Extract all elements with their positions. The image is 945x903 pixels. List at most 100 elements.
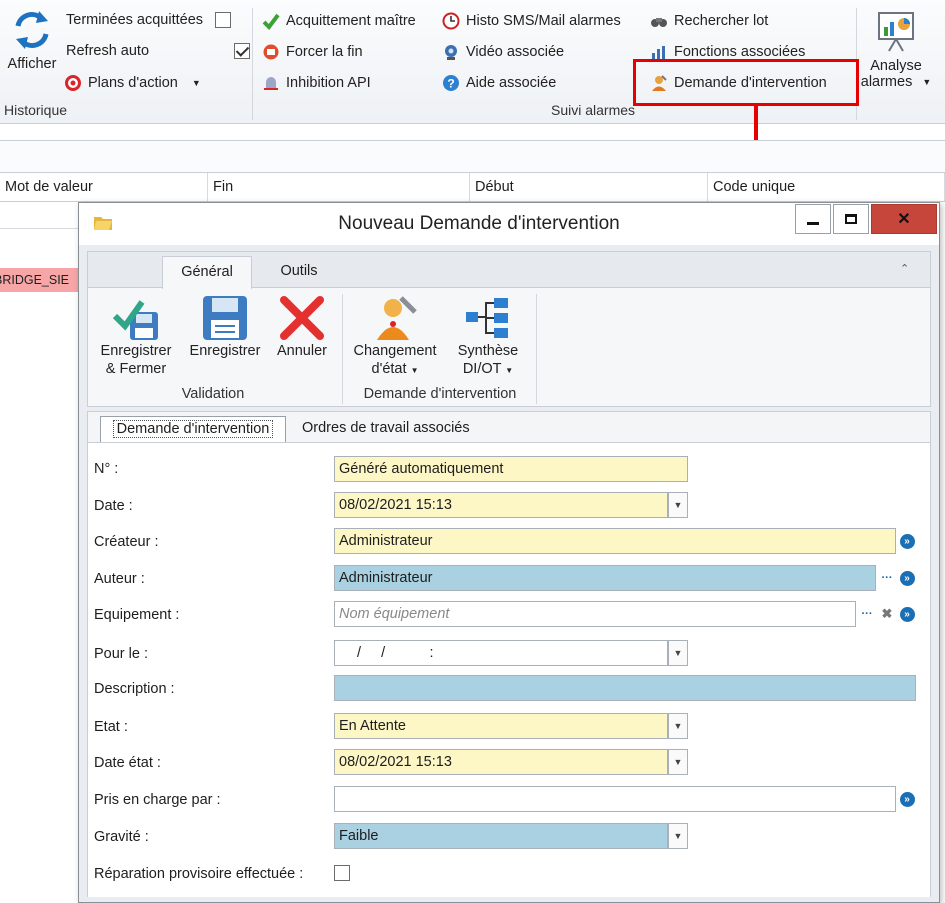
plans-action-button[interactable]: Plans d'action ▼ <box>64 74 201 92</box>
ribbon-separator <box>536 294 537 404</box>
column-header[interactable]: Début <box>470 173 708 201</box>
chevron-down-icon[interactable]: ▼ <box>668 492 688 518</box>
pris-en-charge-field[interactable] <box>334 786 896 812</box>
dialog-titlebar: Nouveau Demande d'intervention ✕ <box>79 203 939 245</box>
pour-le-field[interactable]: / / : <box>334 640 668 666</box>
analyse-alarmes-button[interactable]: Analyse alarmes ▼ <box>860 10 932 90</box>
date-etat-field[interactable]: 08/02/2021 15:13 <box>334 749 668 775</box>
gravite-field[interactable]: Faible <box>334 823 668 849</box>
cancel-button[interactable]: Annuler <box>270 294 334 360</box>
description-field[interactable] <box>334 675 916 701</box>
save-close-button[interactable]: Enregistrer & Fermer <box>94 294 178 378</box>
chevron-down-icon: ▼ <box>922 77 932 87</box>
ellipsis-icon[interactable]: ··· <box>858 601 876 627</box>
save-close-label-2: & Fermer <box>105 361 167 377</box>
close-icon: ✕ <box>897 211 911 228</box>
tab-demande-intervention[interactable]: Demande d'intervention <box>100 416 286 442</box>
acquittement-button[interactable]: Acquittement maître <box>262 12 416 30</box>
refresh-auto-checkbox[interactable]: Refresh auto <box>66 43 250 59</box>
video-button[interactable]: Vidéo associée <box>442 43 564 61</box>
etat-label: Etat : <box>94 719 128 735</box>
ellipsis-icon[interactable]: ··· <box>878 565 896 591</box>
histo-sms-label: Histo SMS/Mail alarmes <box>466 13 621 29</box>
bell-icon <box>264 77 278 90</box>
createur-field[interactable]: Administrateur <box>334 528 896 554</box>
histo-sms-button[interactable]: Histo SMS/Mail alarmes <box>442 12 621 30</box>
column-header[interactable]: Code unique <box>708 173 945 201</box>
terminees-checkbox[interactable]: Terminées acquittées <box>66 12 232 28</box>
chevron-down-icon[interactable]: ▼ <box>668 749 688 775</box>
goto-icon[interactable]: » <box>898 565 916 591</box>
changement-etat-button[interactable]: Changement d'état ▼ <box>348 294 442 380</box>
chevron-down-icon: ▼ <box>505 366 514 375</box>
form-body: N° : Généré automatiquement Date : 08/02… <box>88 442 930 897</box>
column-header[interactable]: Fin <box>208 173 470 201</box>
intervention-dialog: Nouveau Demande d'intervention ✕ Général… <box>78 202 940 903</box>
aide-button[interactable]: ? Aide associée <box>442 74 556 92</box>
suivi-alarmes-group-label: Suivi alarmes <box>551 102 636 118</box>
chevron-down-icon[interactable]: ▼ <box>668 713 688 739</box>
check-icon <box>262 13 280 30</box>
reparation-label: Réparation provisoire effectuée : <box>94 866 304 882</box>
goto-icon[interactable]: » <box>898 601 916 627</box>
demande-group-label: Demande d'intervention <box>363 386 517 402</box>
tab-demande-intervention-label: Demande d'intervention <box>112 420 274 438</box>
maximize-button[interactable] <box>833 204 869 234</box>
clear-icon[interactable]: ✖ <box>878 601 896 627</box>
cancel-label: Annuler <box>277 343 327 359</box>
webcam-icon <box>445 45 457 60</box>
createur-label: Créateur : <box>94 534 159 550</box>
plans-action-label: Plans d'action <box>88 75 178 91</box>
goto-icon[interactable]: » <box>898 528 916 554</box>
video-label: Vidéo associée <box>466 44 565 60</box>
synthese-label-2: DI/OT <box>462 361 502 377</box>
grid-row-cell[interactable]: BRIDGE_SIE <box>0 268 78 292</box>
binoculars-icon <box>651 18 667 27</box>
collapse-ribbon-icon[interactable]: ⌃ <box>900 262 909 275</box>
filter-bar <box>0 140 945 172</box>
auteur-field[interactable]: Administrateur <box>334 565 876 591</box>
column-header[interactable]: Mot de valeur <box>0 173 208 201</box>
refresh-icon <box>15 11 49 49</box>
equipement-field[interactable]: Nom équipement <box>334 601 856 627</box>
chevron-down-icon[interactable]: ▼ <box>668 640 688 666</box>
validation-group-label: Validation <box>181 386 245 402</box>
save-close-label-1: Enregistrer <box>100 343 172 359</box>
target-icon <box>65 75 81 91</box>
date-label: Date : <box>94 498 133 514</box>
etat-field[interactable]: En Attente <box>334 713 668 739</box>
numero-field[interactable]: Généré automatiquement <box>334 456 688 482</box>
terminees-check[interactable] <box>215 12 232 28</box>
tab-outils[interactable]: Outils <box>264 256 334 288</box>
forcer-fin-button[interactable]: Forcer la fin <box>262 43 363 61</box>
rechercher-lot-label: Rechercher lot <box>674 13 769 29</box>
grid-header: Mot de valeur Fin Début Code unique <box>0 172 945 202</box>
goto-icon[interactable]: » <box>898 786 916 812</box>
highlight-box <box>633 59 859 106</box>
maximize-icon <box>845 214 857 224</box>
hierarchy-icon <box>466 298 508 338</box>
date-field[interactable]: 08/02/2021 15:13 <box>334 492 668 518</box>
alarmes-label: alarmes <box>860 74 913 90</box>
reparation-checkbox[interactable] <box>334 865 350 881</box>
save-button[interactable]: Enregistrer <box>184 294 266 360</box>
tab-ordres-travail[interactable]: Ordres de travail associés <box>302 416 470 440</box>
rechercher-lot-button[interactable]: Rechercher lot <box>650 12 768 30</box>
dialog-ribbon: Général Outils ⌃ Enregistrer & Fermer En… <box>87 251 931 407</box>
synthese-button[interactable]: Synthèse DI/OT ▼ <box>448 294 528 380</box>
inhibition-button[interactable]: Inhibition API <box>262 74 371 92</box>
afficher-button[interactable]: Afficher <box>4 10 60 72</box>
analyse-label: Analyse <box>870 58 922 74</box>
form-panel: Demande d'intervention Ordres de travail… <box>87 411 931 897</box>
save-label: Enregistrer <box>189 343 261 359</box>
tab-general[interactable]: Général <box>162 256 252 289</box>
close-button[interactable]: ✕ <box>871 204 937 234</box>
afficher-label: Afficher <box>7 56 57 72</box>
inhibition-label: Inhibition API <box>286 75 371 91</box>
refresh-auto-check[interactable] <box>234 43 250 59</box>
chevron-down-icon[interactable]: ▼ <box>668 823 688 849</box>
synthese-label-2-wrap: DI/OT ▼ <box>463 360 513 380</box>
gravite-label: Gravité : <box>94 829 149 845</box>
minimize-button[interactable] <box>795 204 831 234</box>
pris-en-charge-label: Pris en charge par : <box>94 792 221 808</box>
